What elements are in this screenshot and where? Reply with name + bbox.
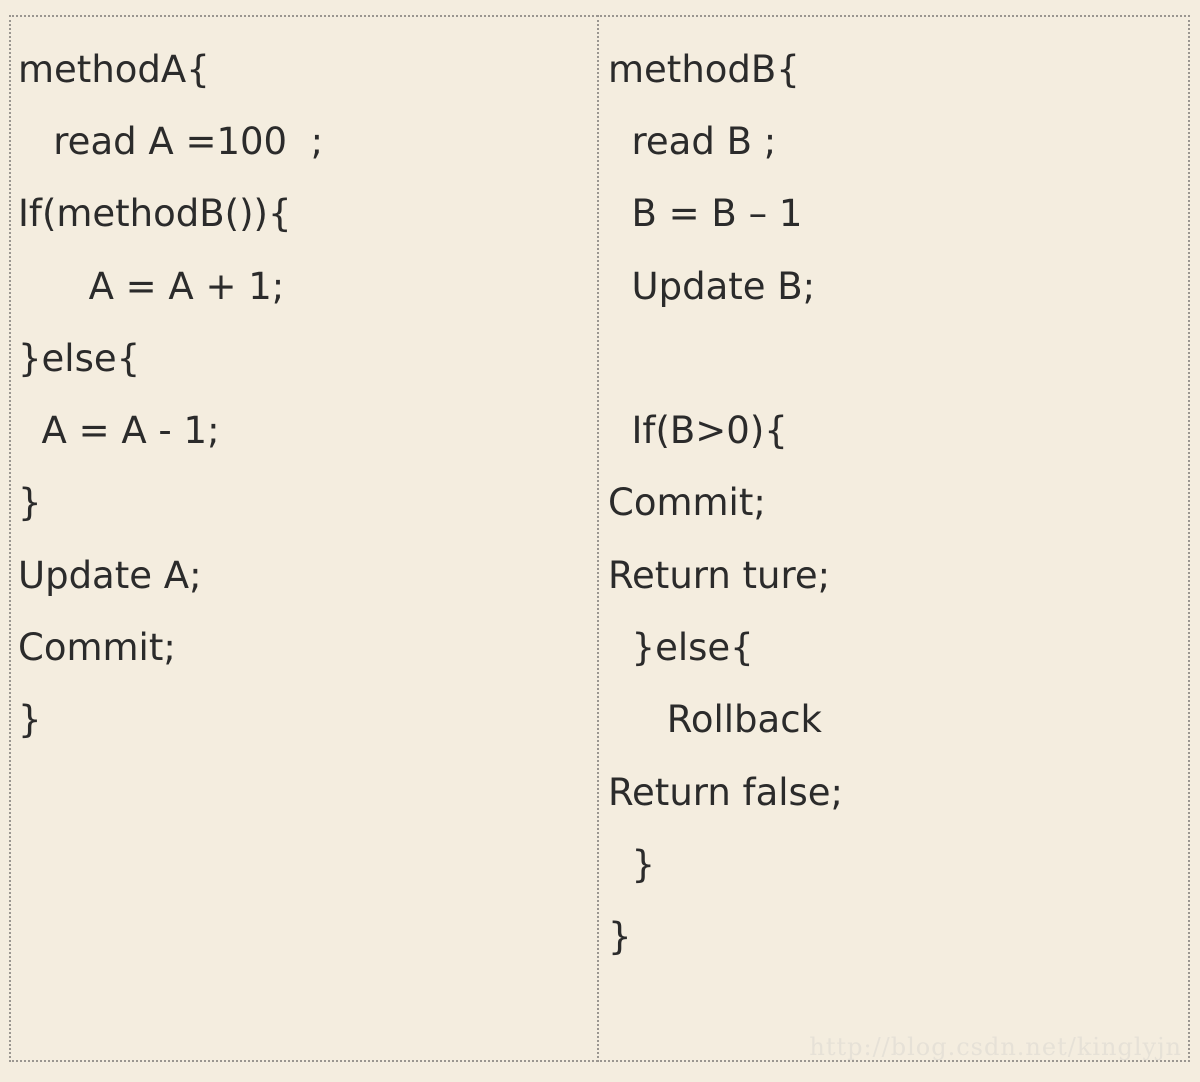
code-line: A = A + 1; [18, 265, 285, 308]
code-line: Update A; [18, 554, 202, 597]
code-line: methodB{ [608, 48, 800, 91]
code-line: If(B>0){ [608, 409, 788, 452]
code-line: methodA{ [18, 48, 210, 91]
code-line: Return false; [608, 771, 844, 814]
code-line: } [608, 915, 632, 958]
code-line: } [18, 481, 42, 524]
watermark-url: http://blog.csdn.net/kinglyjn [809, 1033, 1182, 1061]
code-line: Commit; [608, 481, 766, 524]
code-line: Update B; [608, 265, 816, 308]
column-divider [597, 15, 599, 1062]
code-line: If(methodB()){ [18, 192, 292, 235]
code-line: } [608, 843, 656, 886]
code-line: read B ; [608, 120, 777, 163]
code-line: }else{ [608, 626, 754, 669]
code-line: Return ture; [608, 554, 831, 597]
code-line: Rollback [608, 698, 822, 741]
code-line: } [18, 698, 42, 741]
code-line: A = A - 1; [18, 409, 220, 452]
code-line: }else{ [18, 337, 141, 380]
code-line: B = B – 1 [608, 192, 803, 235]
code-comparison-table [9, 15, 1190, 1062]
code-line: Commit; [18, 626, 176, 669]
code-line: read A =100 ; [18, 120, 324, 163]
